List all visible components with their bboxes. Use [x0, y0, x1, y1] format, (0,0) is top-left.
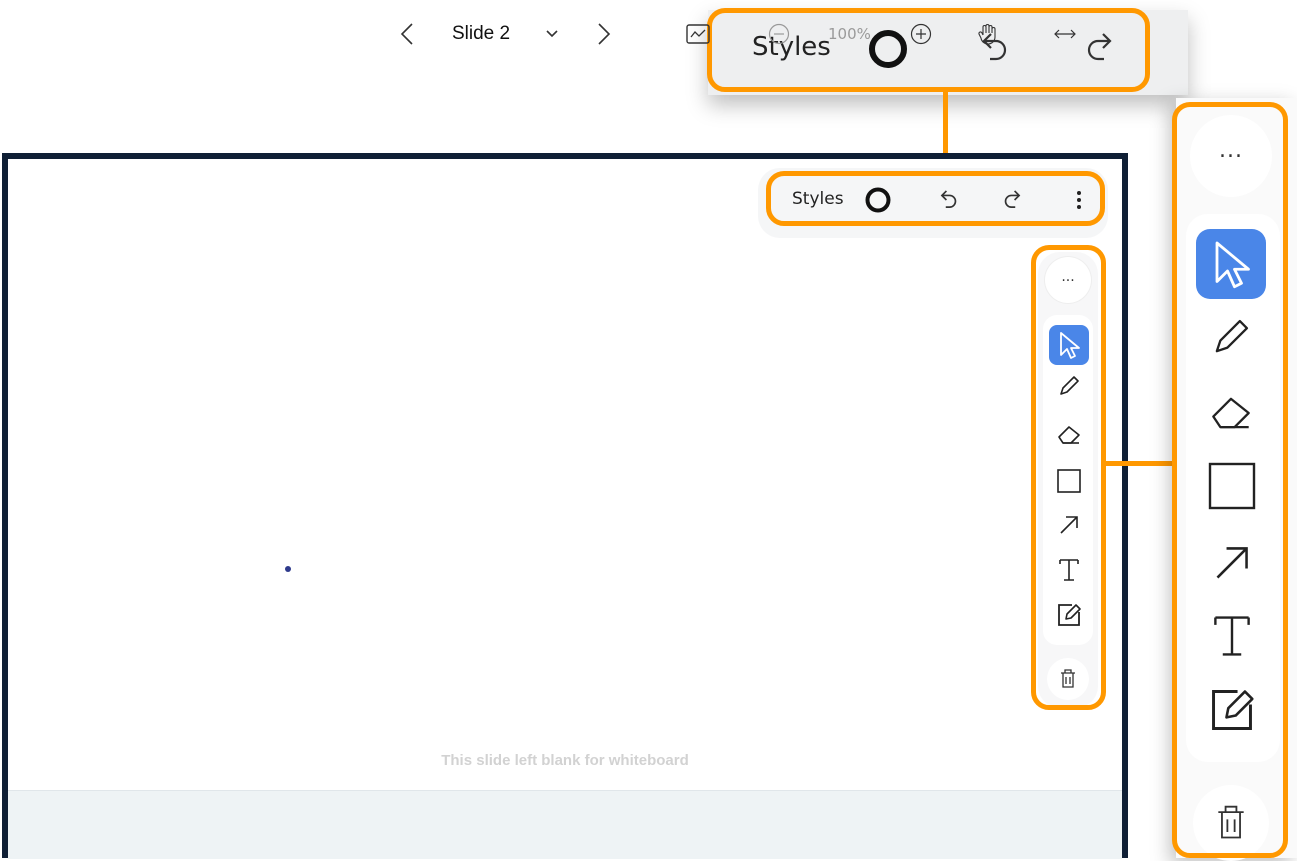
slide-navigation-bar: [8, 790, 1122, 859]
whiteboard-icon[interactable]: [684, 0, 712, 68]
slide-dropdown-icon[interactable]: [542, 0, 562, 68]
right-connector-line: [1104, 461, 1182, 466]
zoom-in-icon[interactable]: [908, 0, 934, 68]
zoom-level: 100%: [828, 25, 871, 43]
next-slide-icon[interactable]: [592, 0, 616, 68]
zoomed-redo-icon[interactable]: [1082, 30, 1116, 66]
circle-style-icon[interactable]: [864, 186, 892, 214]
redo-icon[interactable]: [1001, 188, 1023, 212]
zoom-out-icon[interactable]: [766, 0, 792, 68]
tools-panel-highlight: [1031, 245, 1106, 710]
canvas-dot: [285, 566, 291, 572]
fit-width-icon[interactable]: [1052, 0, 1078, 68]
blank-slide-caption: This slide left blank for whiteboard: [441, 752, 689, 769]
zoomed-tools-highlight: [1172, 102, 1288, 858]
zoomed-circle-style-icon[interactable]: [867, 28, 909, 70]
more-vertical-icon[interactable]: [1074, 187, 1084, 213]
undo-icon[interactable]: [938, 188, 960, 212]
previous-slide-icon[interactable]: [395, 0, 419, 68]
pan-hand-icon[interactable]: [975, 0, 1001, 68]
slide-label[interactable]: Slide 2: [452, 0, 510, 68]
styles-label[interactable]: Styles: [792, 189, 844, 209]
